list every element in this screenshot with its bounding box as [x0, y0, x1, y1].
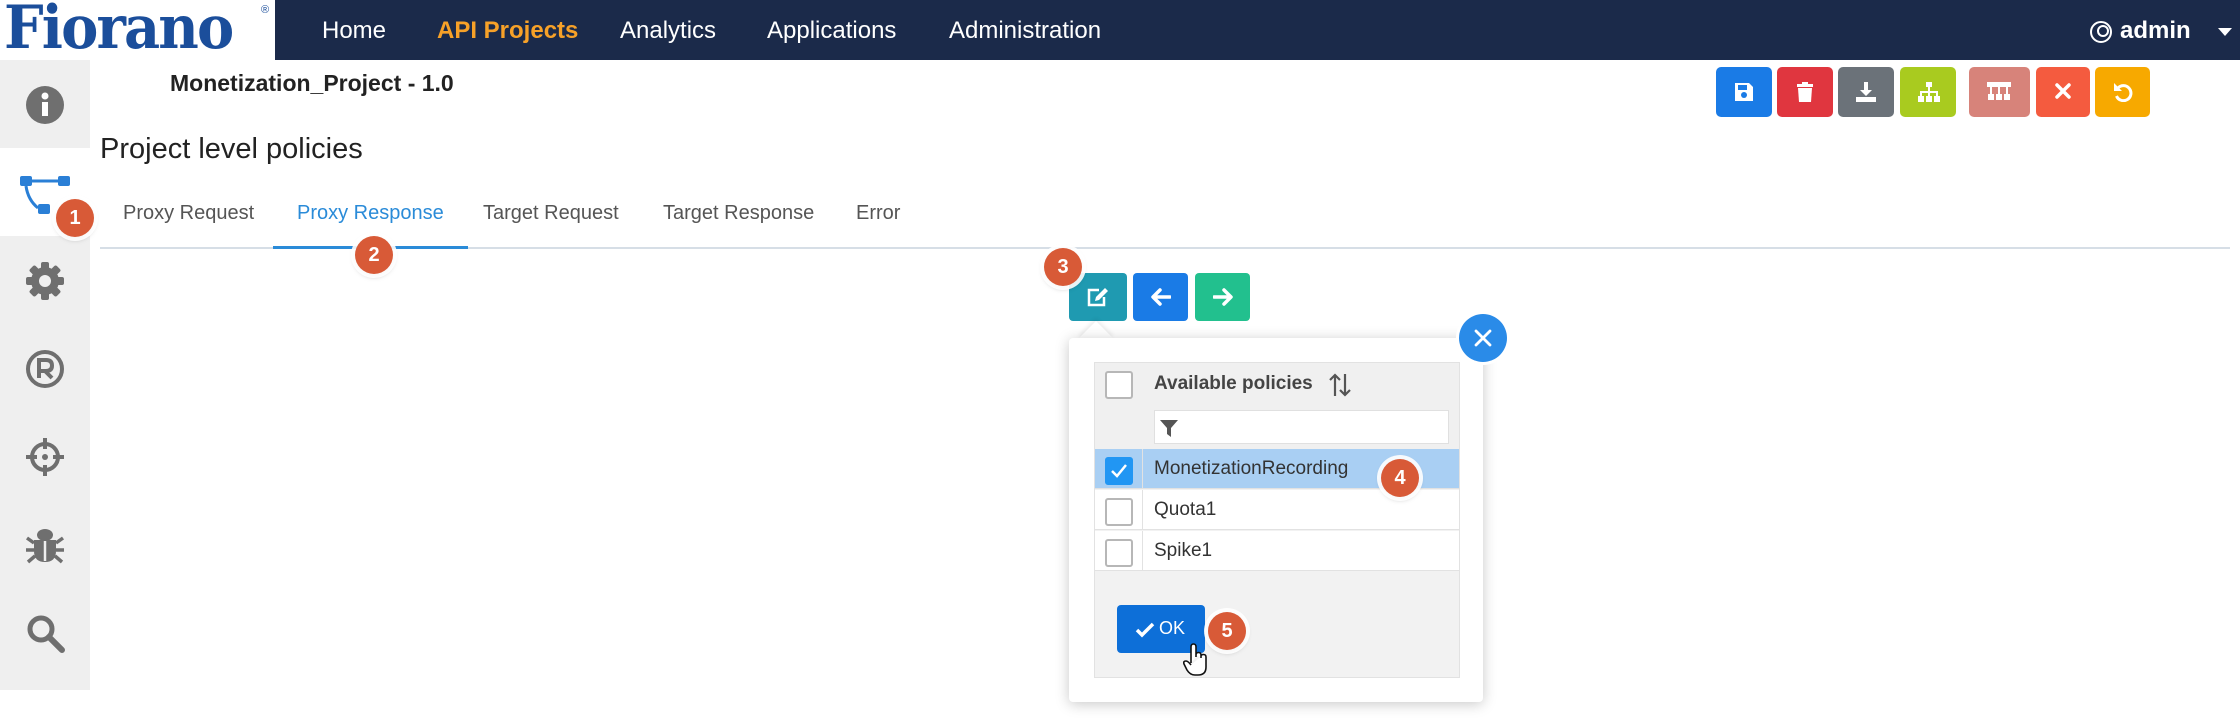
list-item[interactable]: Spike1 — [1095, 531, 1459, 571]
edit-icon — [1087, 288, 1108, 307]
close-icon — [2055, 83, 2071, 99]
step-badge-1: 1 — [56, 199, 94, 237]
tab-target-request[interactable]: Target Request — [483, 180, 619, 249]
logo-registered-mark: ® — [261, 4, 270, 16]
trash-icon — [1797, 82, 1813, 102]
policy-tabs: Proxy Request Proxy Response Target Requ… — [100, 180, 2230, 249]
sitemap-icon — [1918, 82, 1940, 102]
fiorano-logo[interactable]: Fiorano ® — [0, 0, 275, 60]
policy-checkbox[interactable] — [1105, 498, 1133, 526]
close-button[interactable] — [2036, 67, 2090, 117]
sitemap-button[interactable] — [1900, 67, 1956, 117]
project-title: Monetization_Project - 1.0 — [170, 70, 454, 96]
top-navbar: Fiorano ® Home API Projects Analytics Ap… — [0, 0, 2240, 60]
left-sidebar — [0, 60, 90, 690]
policy-label: MonetizationRecording — [1154, 458, 1349, 479]
network-icon — [1987, 82, 2011, 100]
tab-target-response[interactable]: Target Response — [663, 180, 814, 249]
nav-administration[interactable]: Administration — [949, 0, 1101, 60]
gear-icon — [26, 262, 64, 300]
delete-button[interactable] — [1777, 67, 1833, 117]
download-button[interactable] — [1838, 67, 1894, 117]
filter-row — [1095, 405, 1459, 449]
policies-list-header: Available policies — [1095, 363, 1459, 405]
nav-applications[interactable]: Applications — [767, 0, 896, 60]
arrow-left-icon — [1150, 288, 1171, 306]
ok-label: OK — [1159, 618, 1186, 638]
step-badge-4: 4 — [1381, 459, 1419, 497]
popup-close-button[interactable] — [1459, 314, 1507, 362]
undo-icon — [2114, 83, 2133, 102]
arrow-right-icon — [1212, 288, 1233, 306]
tab-proxy-request[interactable]: Proxy Request — [123, 180, 254, 249]
search-icon — [27, 615, 65, 653]
move-right-button[interactable] — [1195, 273, 1250, 321]
close-icon — [1474, 329, 1492, 347]
edit-policies-button[interactable] — [1069, 273, 1127, 321]
check-icon — [1135, 622, 1155, 638]
crosshair-icon — [26, 438, 64, 476]
select-all-checkbox[interactable] — [1105, 371, 1133, 399]
checkmark-icon — [1111, 464, 1127, 478]
info-icon — [26, 86, 64, 124]
nav-api-projects[interactable]: API Projects — [437, 0, 578, 60]
user-menu[interactable]: admin — [2090, 0, 2240, 60]
user-name: admin — [2120, 17, 2191, 44]
save-button[interactable] — [1716, 67, 1772, 117]
save-icon — [1735, 83, 1753, 101]
sidebar-item-search[interactable] — [0, 588, 90, 676]
tab-error[interactable]: Error — [856, 180, 900, 249]
move-left-button[interactable] — [1133, 273, 1188, 321]
logo-text: Fiorano — [4, 0, 234, 60]
step-badge-5: 5 — [1208, 612, 1246, 650]
registered-icon — [26, 350, 64, 388]
hand-cursor-icon — [1183, 643, 1207, 676]
sidebar-item-registry[interactable] — [0, 324, 90, 412]
nav-analytics[interactable]: Analytics — [620, 0, 716, 60]
policy-checkbox[interactable] — [1105, 457, 1133, 485]
download-icon — [1856, 82, 1876, 102]
nav-home[interactable]: Home — [322, 0, 386, 60]
sidebar-item-debug[interactable] — [0, 500, 90, 588]
section-title: Project level policies — [100, 133, 363, 165]
policies-header-label: Available policies — [1154, 373, 1313, 394]
user-circle-icon — [2090, 21, 2112, 43]
filter-icon — [1160, 420, 1178, 437]
sort-icon[interactable] — [1327, 372, 1353, 398]
policy-checkbox[interactable] — [1105, 539, 1133, 567]
sidebar-item-info[interactable] — [0, 60, 90, 148]
network-button[interactable] — [1969, 67, 2030, 117]
undo-button[interactable] — [2095, 67, 2150, 117]
step-badge-3: 3 — [1044, 248, 1082, 286]
policy-filter-input[interactable] — [1154, 410, 1449, 444]
step-badge-2: 2 — [355, 236, 393, 274]
bug-icon — [25, 529, 65, 564]
sidebar-item-settings[interactable] — [0, 236, 90, 324]
policy-label: Quota1 — [1154, 499, 1217, 520]
chevron-down-icon — [2218, 28, 2232, 36]
policy-label: Spike1 — [1154, 540, 1213, 561]
sidebar-item-target[interactable] — [0, 412, 90, 500]
